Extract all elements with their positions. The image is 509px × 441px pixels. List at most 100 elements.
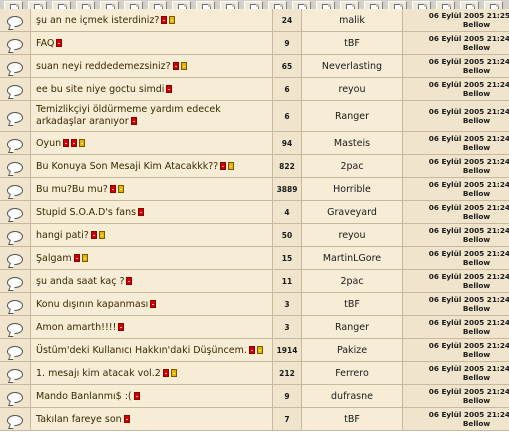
last-post-cell: 06 Eylül 2005 21:24 Bellow	[403, 385, 509, 408]
topic-title-link[interactable]: Amon amarth!!!!	[36, 322, 116, 333]
topic-title-link[interactable]: Oyun	[36, 138, 61, 149]
last-post-user-link[interactable]: Bellow	[403, 373, 509, 382]
last-post-user-link[interactable]: Bellow	[403, 281, 509, 290]
last-post-user-link[interactable]: Bellow	[403, 89, 509, 98]
page-icon[interactable]	[118, 322, 125, 331]
topic-title-link[interactable]: Temizlikçiyi öldürmeme yardım edecek ark…	[36, 104, 221, 127]
topic-title-link[interactable]: Stupid S.O.A.D's fans	[36, 207, 136, 218]
topic-icon-cell	[0, 132, 31, 155]
last-post-user-link[interactable]: Bellow	[403, 143, 509, 152]
topic-title-link[interactable]: Takılan fareye son	[36, 414, 122, 425]
topic-author-link[interactable]: Ferrero	[302, 362, 403, 385]
topic-author-link[interactable]: Ranger	[302, 316, 403, 339]
page-icon[interactable]	[220, 161, 227, 170]
topic-table: şu an ne içmek isterdiniz? 24 malik 06 Eylü…	[0, 9, 509, 431]
topic-title-link[interactable]: hangi pati?	[36, 230, 89, 241]
topic-icon-cell	[0, 385, 31, 408]
last-page-icon[interactable]	[256, 345, 263, 354]
last-page-icon[interactable]	[117, 184, 124, 193]
last-post-user-link[interactable]: Bellow	[403, 20, 509, 29]
page-icon[interactable]	[56, 38, 63, 47]
topic-title-link[interactable]: Mando Banlanmı$ :(	[36, 391, 132, 402]
topic-title-link[interactable]: Bu mu?Bu mu?	[36, 184, 108, 195]
topic-author-link[interactable]: Horrible	[302, 178, 403, 201]
last-post-user-link[interactable]: Bellow	[403, 43, 509, 52]
topic-title-link[interactable]: şu an ne içmek isterdiniz?	[36, 15, 159, 26]
topic-author-link[interactable]: tBF	[302, 408, 403, 431]
page-icon[interactable]	[63, 138, 70, 147]
topic-title-link[interactable]: Üstüm'deki Kullanıcı Hakkın'daki Düşünce…	[36, 345, 247, 356]
topic-row: Oyun 94 Masteis 06 Eylül 2005 21:24 Bellow	[0, 132, 509, 155]
last-post-user-link[interactable]: Bellow	[403, 258, 509, 267]
last-page-icon[interactable]	[169, 15, 176, 24]
last-page-icon[interactable]	[79, 138, 86, 147]
page-icon[interactable]	[166, 84, 173, 93]
last-post-user-link[interactable]: Bellow	[403, 419, 509, 428]
page-icon[interactable]	[71, 138, 78, 147]
topic-title-link[interactable]: şu anda saat kaç ?	[36, 276, 124, 287]
reply-count: 3	[273, 293, 302, 316]
topic-title-cell: suan neyi reddedemezsiniz?	[31, 55, 273, 78]
last-page-icon[interactable]	[98, 230, 105, 239]
topic-title-link[interactable]: Konu dışının kapanması	[36, 299, 148, 310]
page-icon[interactable]	[90, 230, 97, 239]
last-post-user-link[interactable]: Bellow	[403, 350, 509, 359]
topic-author-link[interactable]: tBF	[302, 32, 403, 55]
topic-author-link[interactable]: 2pac	[302, 155, 403, 178]
last-post-date: 06 Eylül 2005 21:24	[428, 226, 509, 235]
last-post-cell: 06 Eylül 2005 21:24 Bellow	[403, 224, 509, 247]
reply-count: 24	[273, 9, 302, 32]
last-post-user-link[interactable]: Bellow	[403, 327, 509, 336]
last-post-user-link[interactable]: Bellow	[403, 189, 509, 198]
topic-title-link[interactable]: Bu Konuya Son Mesaji Kim Atacakkk??	[36, 161, 218, 172]
page-icon[interactable]	[162, 368, 169, 377]
last-post-user-link[interactable]: Bellow	[403, 66, 509, 75]
topic-author-link[interactable]: Pakize	[302, 339, 403, 362]
last-post-cell: 06 Eylül 2005 21:25 Bellow	[403, 9, 509, 32]
last-page-icon[interactable]	[228, 161, 235, 170]
topic-row: şu an ne içmek isterdiniz? 24 malik 06 Eylü…	[0, 9, 509, 32]
last-post-user-link[interactable]: Bellow	[403, 212, 509, 221]
topic-row: suan neyi reddedemezsiniz? 65 Neverlasting…	[0, 55, 509, 78]
topic-title-link[interactable]: FAQ	[36, 38, 54, 49]
topic-author-link[interactable]: Neverlasting	[302, 55, 403, 78]
last-post-user-link[interactable]: Bellow	[403, 396, 509, 405]
last-page-icon[interactable]	[81, 253, 88, 262]
page-icon[interactable]	[126, 276, 133, 285]
last-page-icon[interactable]	[180, 61, 187, 70]
topic-title-link[interactable]: suan neyi reddedemezsiniz?	[36, 61, 171, 72]
topic-title-link[interactable]: Şalgam	[36, 253, 72, 264]
last-post-user-link[interactable]: Bellow	[403, 166, 509, 175]
topic-author-link[interactable]: reyou	[302, 78, 403, 101]
topic-author-link[interactable]: malik	[302, 9, 403, 32]
page-icon[interactable]	[73, 253, 80, 262]
last-page-icon[interactable]	[170, 368, 177, 377]
topic-author-link[interactable]: 2pac	[302, 270, 403, 293]
page-icon[interactable]	[130, 117, 137, 125]
topic-author-link[interactable]: dufrasne	[302, 385, 403, 408]
topic-author-link[interactable]: Masteis	[302, 132, 403, 155]
last-post-user-link[interactable]: Bellow	[403, 235, 509, 244]
topic-title-link[interactable]: ee bu site niye goctu simdi	[36, 84, 164, 95]
topic-author-link[interactable]: Ranger	[302, 101, 403, 132]
topic-author-link[interactable]: MartinLGore	[302, 247, 403, 270]
last-post-cell: 06 Eylül 2005 21:24 Bellow	[403, 362, 509, 385]
page-icon[interactable]	[150, 299, 157, 308]
page-icon[interactable]	[248, 345, 255, 354]
page-icon[interactable]	[161, 15, 168, 24]
topic-author-link[interactable]: tBF	[302, 293, 403, 316]
page-icon[interactable]	[109, 184, 116, 193]
page-icon[interactable]	[123, 414, 130, 423]
topic-title-link[interactable]: 1. mesajı kim atacak vol.2	[36, 368, 161, 379]
speech-bubble-icon	[7, 38, 23, 50]
page-icon[interactable]	[172, 61, 179, 70]
page-icon[interactable]	[133, 391, 140, 400]
topic-title-cell: Bu mu?Bu mu?	[31, 178, 273, 201]
topic-author-link[interactable]: Graveyard	[302, 201, 403, 224]
reply-count: 94	[273, 132, 302, 155]
topic-author-link[interactable]: reyou	[302, 224, 403, 247]
last-post-user-link[interactable]: Bellow	[403, 304, 509, 313]
last-post-date: 06 Eylül 2005 21:24	[428, 249, 509, 258]
last-post-user-link[interactable]: Bellow	[403, 116, 509, 125]
page-icon[interactable]	[138, 207, 145, 216]
